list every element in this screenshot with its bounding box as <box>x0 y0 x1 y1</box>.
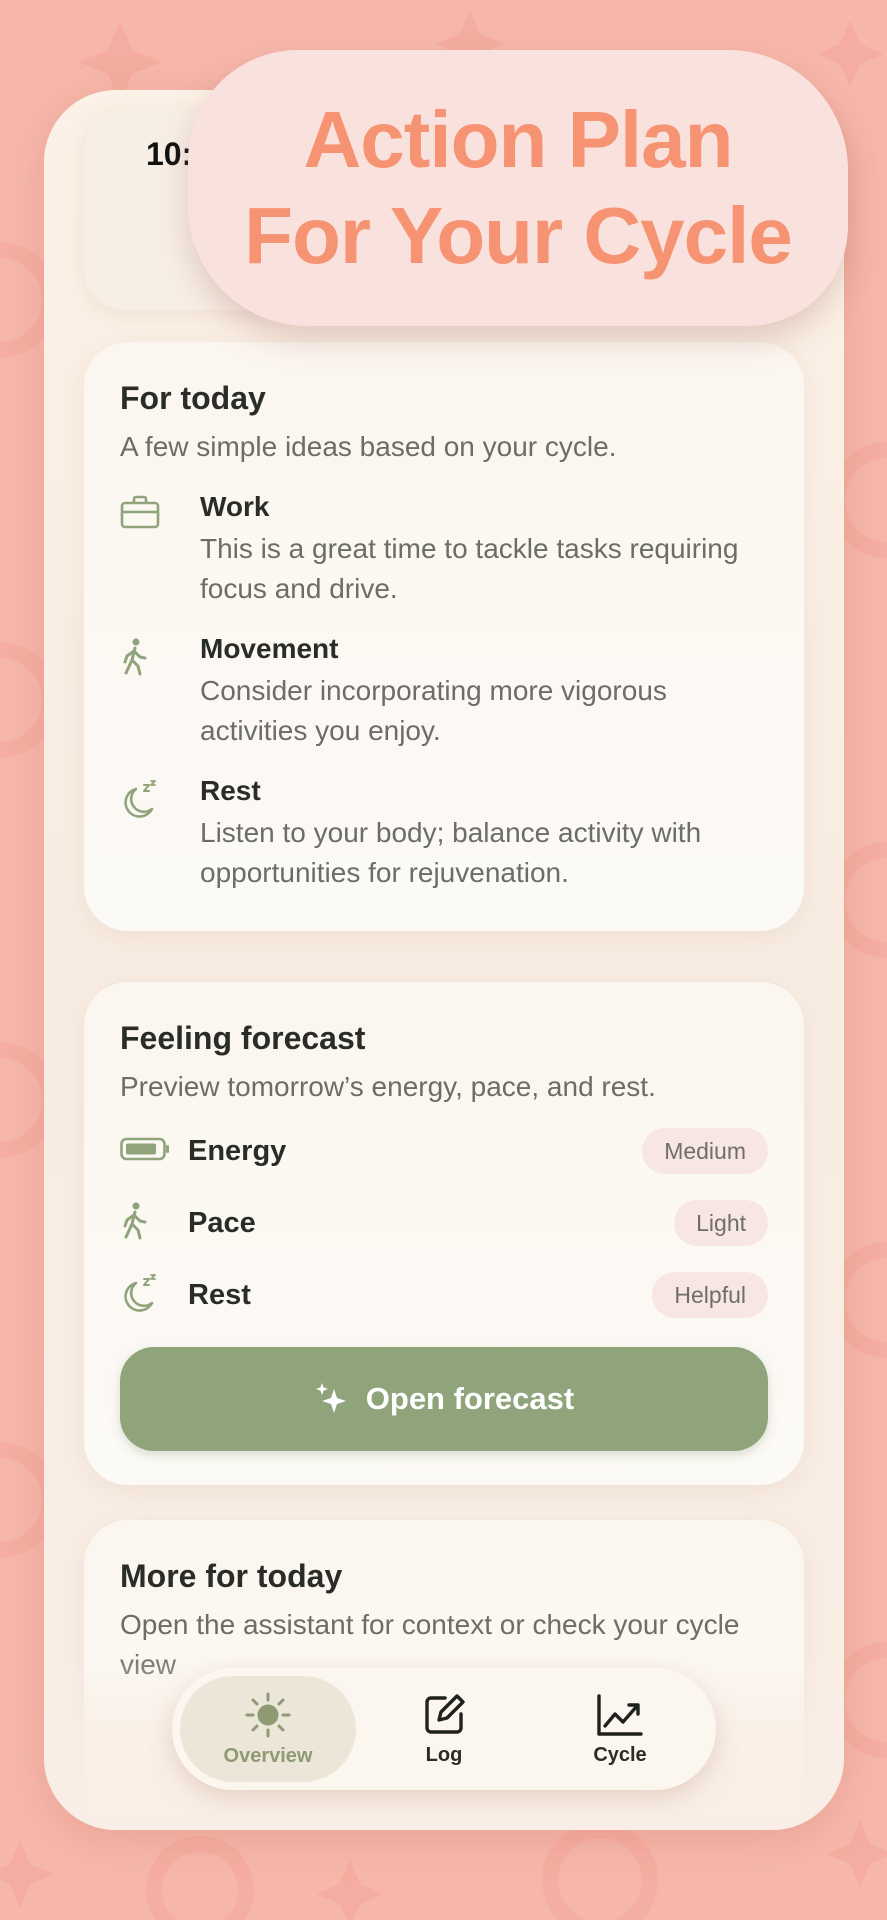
moon-sleep-icon <box>120 775 200 819</box>
idea-title: Movement <box>200 633 339 664</box>
for-today-subtitle: A few simple ideas based on your cycle. <box>120 431 617 462</box>
forecast-subtitle: Preview tomorrow’s energy, pace, and res… <box>120 1071 656 1102</box>
status-badge: Helpful <box>652 1272 768 1318</box>
forecast-label: Pace <box>188 1206 256 1239</box>
status-time: 10: <box>146 136 193 172</box>
status-badge: Light <box>674 1200 768 1246</box>
briefcase-icon <box>120 491 200 529</box>
tab-label: Cycle <box>593 1743 647 1766</box>
walking-icon <box>120 633 200 677</box>
idea-title: Work <box>200 491 270 522</box>
phone-screen: 10: For today A few simple ideas based o… <box>44 90 844 1830</box>
open-forecast-label: Open forecast <box>365 1381 575 1416</box>
edit-icon <box>425 1693 465 1734</box>
tab-cycle[interactable]: Cycle <box>532 1676 708 1782</box>
headline-line-1: Action Plan <box>303 95 733 184</box>
moon-sleep-icon <box>120 1273 188 1318</box>
tab-log[interactable]: Log <box>356 1676 532 1782</box>
idea-rest: Rest Listen to your body; balance activi… <box>120 775 768 893</box>
forecast-row-energy: Energy Medium <box>120 1115 768 1187</box>
forecast-label: Rest <box>188 1278 251 1311</box>
idea-desc: Listen to your body; balance activity wi… <box>200 817 702 888</box>
idea-work: Work This is a great time to tackle task… <box>120 491 768 609</box>
tab-bar: Overview Log Cycle <box>172 1668 716 1790</box>
tab-label: Overview <box>223 1744 313 1767</box>
headline-line-2: For Your Cycle <box>244 191 793 280</box>
for-today-title: For today <box>120 380 266 416</box>
open-forecast-button[interactable]: Open forecast <box>120 1347 768 1451</box>
more-title: More for today <box>120 1558 343 1594</box>
walking-icon <box>120 1201 188 1246</box>
headline-bubble: Action Plan For Your Cycle <box>188 50 848 326</box>
tab-overview[interactable]: Overview <box>180 1676 356 1782</box>
idea-desc: Consider incorporating more vigorous act… <box>200 675 667 746</box>
status-badge: Medium <box>642 1128 768 1174</box>
battery-icon <box>120 1137 188 1166</box>
tab-label: Log <box>425 1743 463 1766</box>
feeling-forecast-card: Feeling forecast Preview tomorrow’s ener… <box>84 982 804 1485</box>
for-today-card: For today A few simple ideas based on yo… <box>84 342 804 931</box>
forecast-row-pace: Pace Light <box>120 1187 768 1259</box>
forecast-label: Energy <box>188 1134 287 1167</box>
idea-desc: This is a great time to tackle tasks req… <box>200 533 739 604</box>
idea-title: Rest <box>200 775 261 806</box>
forecast-title: Feeling forecast <box>120 1020 366 1056</box>
sparkles-icon <box>315 1383 346 1413</box>
chart-trend-icon <box>597 1693 643 1736</box>
forecast-row-rest: Rest Helpful <box>120 1259 768 1331</box>
idea-movement: Movement Consider incorporating more vig… <box>120 633 768 751</box>
sun-icon <box>245 1692 291 1737</box>
